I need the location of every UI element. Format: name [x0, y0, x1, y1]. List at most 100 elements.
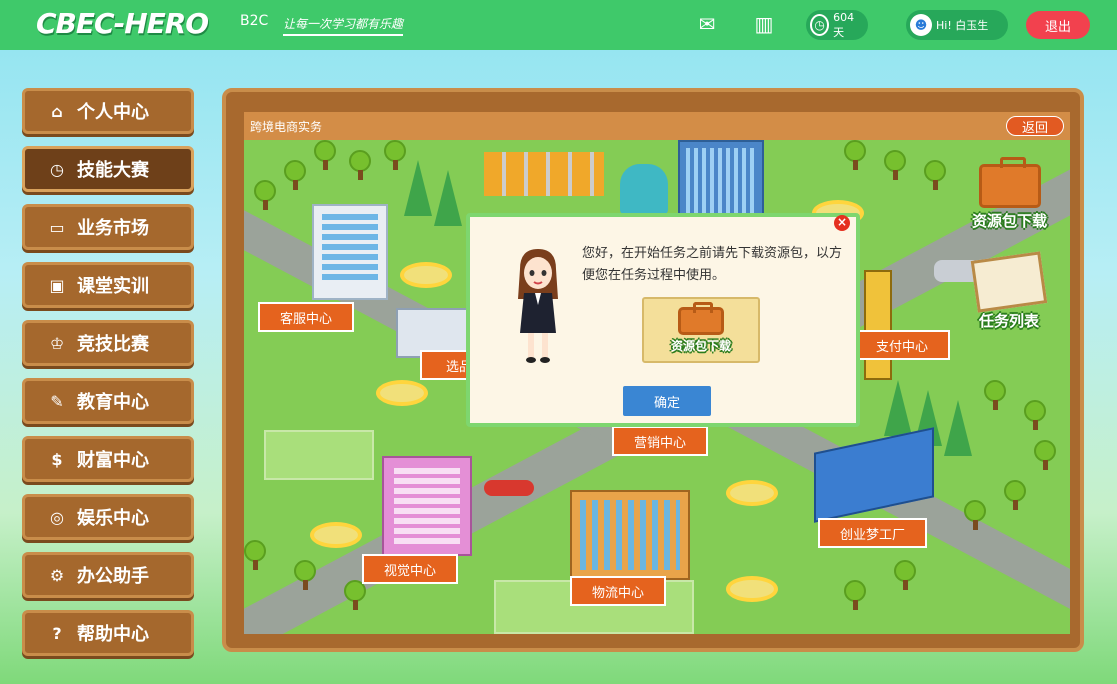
tree	[244, 540, 266, 570]
menu-item-wealth[interactable]: $ 财富中心	[22, 436, 194, 482]
tree	[294, 560, 316, 590]
avatar-icon: ☻	[910, 14, 932, 36]
money-bag-icon: $	[51, 449, 63, 469]
dialog-download-label: 资源包下载	[670, 338, 731, 353]
task-list-button[interactable]: 任务列表	[970, 251, 1048, 331]
building-logistics	[570, 490, 690, 580]
menu-item-skills[interactable]: ◷ 技能大赛	[22, 146, 194, 192]
tree	[254, 180, 276, 210]
location-customer-service[interactable]: 客服中心	[258, 302, 355, 332]
documents-icon	[970, 251, 1048, 313]
clock-icon: ◷	[810, 14, 830, 36]
close-icon[interactable]: ×	[834, 215, 850, 231]
location-marketing[interactable]: 营销中心	[612, 426, 709, 456]
briefcase-icon	[678, 301, 724, 335]
tree	[844, 580, 866, 610]
tools-icon: ⚙	[49, 565, 65, 585]
tree	[384, 140, 406, 170]
resource-download-label: 资源包下载	[972, 212, 1048, 230]
helicopter-icon	[484, 470, 548, 504]
pine-tree	[434, 170, 462, 226]
building-round	[620, 164, 668, 214]
menu-item-label: 技能大赛	[77, 160, 149, 181]
location-pad	[400, 262, 452, 288]
menu-item-label: 课堂实训	[77, 276, 149, 297]
menu-item-label: 竞技比赛	[77, 334, 149, 355]
menu-item-help[interactable]: ? 帮助中心	[22, 610, 194, 656]
pine-tree	[944, 400, 972, 456]
clock-icon: ◷	[50, 159, 64, 179]
tree	[284, 160, 306, 190]
resource-download-button[interactable]: 资源包下载	[972, 157, 1048, 231]
briefcase-icon	[978, 157, 1041, 208]
location-pad	[726, 576, 778, 602]
tree	[964, 500, 986, 530]
panel-header: 跨境电商实务 返回	[244, 112, 1070, 140]
location-visual[interactable]: 视觉中心	[362, 554, 459, 584]
menu-item-label: 教育中心	[77, 392, 149, 413]
menu-item-business[interactable]: ▭ 业务市场	[22, 204, 194, 250]
download-dialog: × 您好，在开始任务之前请先下载资源包，以方便您在任务过程中使用。 资源包下载 …	[466, 213, 860, 427]
user-badge[interactable]: ☻ Hi! 白玉生	[906, 10, 1008, 40]
gamepad-icon: ◎	[50, 507, 64, 527]
tree	[344, 580, 366, 610]
menu-item-label: 帮助中心	[77, 624, 149, 645]
tree	[1034, 440, 1056, 470]
briefcase-icon: ▭	[49, 217, 65, 237]
tree	[844, 140, 866, 170]
menu-item-label: 办公助手	[77, 566, 149, 587]
tree	[984, 380, 1006, 410]
menu-item-personal[interactable]: ⌂ 个人中心	[22, 88, 194, 134]
back-button[interactable]: 返回	[1006, 116, 1064, 136]
tree	[349, 150, 371, 180]
menu-item-label: 财富中心	[77, 450, 149, 471]
menu-item-education[interactable]: ✎ 教育中心	[22, 378, 194, 424]
assistant-character-icon	[518, 249, 558, 363]
menu-item-label: 业务市场	[77, 218, 149, 239]
days-count: 604天	[833, 10, 855, 39]
top-bar: CBEC-HERO B2C 让每一次学习都有乐趣 ✉ ▥ ◷ 604天 ☻ Hi…	[0, 0, 1117, 50]
building-payment	[864, 270, 892, 380]
location-pad	[310, 522, 362, 548]
menu-item-office[interactable]: ⚙ 办公助手	[22, 552, 194, 598]
panel-title: 跨境电商实务	[250, 119, 323, 134]
brand-logo: CBEC-HERO	[36, 7, 209, 40]
tree	[1024, 400, 1046, 430]
brand-sub: B2C	[240, 13, 269, 29]
home-icon: ⌂	[51, 101, 63, 121]
tree	[1004, 480, 1026, 510]
side-menu: ⌂ 个人中心 ◷ 技能大赛 ▭ 业务市场 ▣ 课堂实训 ♔ 竞技比赛 ✎ 教育中心 $ 财富中…	[22, 88, 194, 668]
book-icon: ▣	[49, 275, 65, 295]
pine-tree	[884, 380, 912, 436]
menu-item-label: 个人中心	[77, 102, 149, 123]
days-badge: ◷ 604天	[806, 10, 868, 40]
trucks	[484, 152, 604, 196]
menu-item-entertainment[interactable]: ◎ 娱乐中心	[22, 494, 194, 540]
menu-item-classroom[interactable]: ▣ 课堂实训	[22, 262, 194, 308]
task-list-label: 任务列表	[978, 312, 1039, 330]
menu-item-competition[interactable]: ♔ 竞技比赛	[22, 320, 194, 366]
confirm-button[interactable]: 确定	[623, 386, 711, 416]
location-logistics[interactable]: 物流中心	[570, 576, 667, 606]
tree	[314, 140, 336, 170]
location-pad	[726, 480, 778, 506]
mail-icon[interactable]: ✉	[695, 13, 719, 35]
location-payment[interactable]: 支付中心	[854, 330, 951, 360]
location-pad	[376, 380, 428, 406]
dialog-download-button[interactable]: 资源包下载	[642, 297, 760, 363]
building-visual	[382, 456, 472, 556]
slogan: 让每一次学习都有乐趣	[283, 15, 404, 36]
pine-tree	[404, 160, 432, 216]
tree	[884, 150, 906, 180]
building-customer-service	[312, 204, 388, 300]
garden	[264, 430, 374, 480]
dialog-message: 您好，在开始任务之前请先下载资源包，以方便您在任务过程中使用。	[582, 246, 843, 283]
map-book-icon[interactable]: ▥	[752, 13, 776, 35]
help-icon: ?	[52, 623, 62, 643]
logout-button[interactable]: 退出	[1026, 11, 1090, 39]
menu-item-label: 娱乐中心	[77, 508, 149, 529]
tree	[924, 160, 946, 190]
trophy-icon: ♔	[49, 333, 65, 353]
location-startup[interactable]: 创业梦工厂	[818, 518, 928, 548]
building-tower	[678, 140, 764, 220]
